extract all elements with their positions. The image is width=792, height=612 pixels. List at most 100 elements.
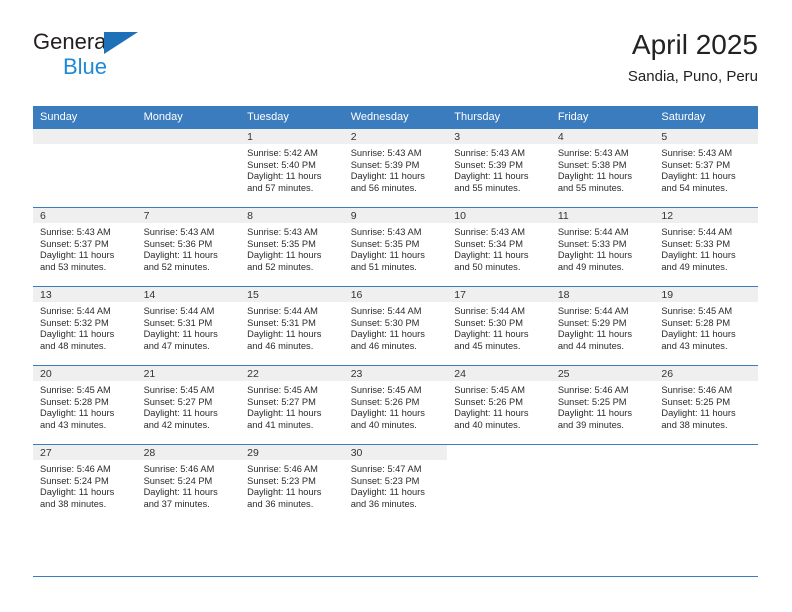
daylight-text-line2: and 36 minutes. [350, 498, 417, 509]
sunrise-text: Sunrise: 5:43 AM [454, 148, 526, 158]
calendar-day-cell[interactable]: 9 Sunrise: 5:43 AM Sunset: 5:35 PM Daylight… [343, 207, 448, 287]
calendar-day-cell[interactable]: 19 Sunrise: 5:45 AM Sunset: 5:28 PM Dayligh… [654, 286, 758, 366]
sunrise-text: Sunrise: 5:44 AM [143, 306, 215, 316]
calendar-day-cell[interactable]: 24 Sunrise: 5:45 AM Sunset: 5:26 PM Dayligh… [447, 365, 551, 445]
calendar-day-cell[interactable]: 7 Sunrise: 5:43 AM Sunset: 5:36 PM Daylight… [136, 207, 241, 287]
day-cell-details: Sunrise: 5:45 AM Sunset: 5:27 PM Daylight:… [137, 381, 241, 431]
calendar-week-row: 13 Sunrise: 5:44 AM Sunset: 5:32 PM Dayligh… [33, 286, 758, 366]
calendar-day-cell[interactable]: 1 Sunrise: 5:42 AM Sunset: 5:40 PM Daylight… [240, 128, 344, 208]
calendar-day-cell[interactable]: 17 Sunrise: 5:44 AM Sunset: 5:30 PM Dayligh… [447, 286, 551, 366]
calendar-day-cell[interactable]: 8 Sunrise: 5:43 AM Sunset: 5:35 PM Daylight… [240, 207, 344, 287]
calendar-day-cell[interactable]: 21 Sunrise: 5:45 AM Sunset: 5:27 PM Dayligh… [136, 365, 241, 445]
day-number: 26 [654, 366, 758, 381]
daylight-text-line2: and 36 minutes. [247, 498, 314, 509]
calendar-day-cell[interactable]: 5 Sunrise: 5:43 AM Sunset: 5:37 PM Daylight… [654, 128, 758, 208]
sunset-text: Sunset: 5:33 PM [557, 238, 627, 249]
calendar-bottom-rule [33, 576, 758, 577]
calendar-day-cell[interactable]: 23 Sunrise: 5:45 AM Sunset: 5:26 PM Dayligh… [343, 365, 448, 445]
day-cell-inner: 21 Sunrise: 5:45 AM Sunset: 5:27 PM Dayligh… [136, 366, 241, 444]
daylight-text-line2: and 38 minutes. [661, 419, 728, 430]
calendar-day-cell[interactable]: 30 Sunrise: 5:47 AM Sunset: 5:23 PM Dayligh… [343, 444, 448, 523]
sunset-text: Sunset: 5:25 PM [557, 396, 627, 407]
sunrise-text: Sunrise: 5:45 AM [247, 385, 318, 395]
day-cell-details: Sunrise: 5:45 AM Sunset: 5:26 PM Daylight:… [447, 381, 551, 431]
calendar-day-cell[interactable]: 22 Sunrise: 5:45 AM Sunset: 5:27 PM Dayligh… [240, 365, 344, 445]
day-number: 17 [447, 287, 551, 302]
calendar-day-cell[interactable]: 26 Sunrise: 5:46 AM Sunset: 5:25 PM Dayligh… [654, 365, 758, 445]
calendar-day-cell[interactable]: 18 Sunrise: 5:44 AM Sunset: 5:29 PM Dayligh… [550, 286, 655, 366]
calendar-day-cell[interactable]: 2 Sunrise: 5:43 AM Sunset: 5:39 PM Daylight… [343, 128, 448, 208]
daylight-text-line2: and 45 minutes. [454, 340, 521, 351]
day-cell-inner: 3 Sunrise: 5:43 AM Sunset: 5:39 PM Daylight… [447, 129, 551, 207]
sunset-text: Sunset: 5:28 PM [661, 317, 731, 328]
calendar-day-cell[interactable]: 12 Sunrise: 5:44 AM Sunset: 5:33 PM Dayligh… [654, 207, 758, 287]
weekday-header-sunday: Sunday [33, 106, 137, 129]
daylight-text-line2: and 51 minutes. [350, 261, 417, 272]
calendar-day-cell[interactable]: 10 Sunrise: 5:43 AM Sunset: 5:34 PM Dayligh… [447, 207, 551, 287]
day-number: 13 [33, 287, 137, 302]
sunset-text: Sunset: 5:25 PM [661, 396, 731, 407]
calendar-day-cell[interactable]: 6 Sunrise: 5:43 AM Sunset: 5:37 PM Daylight… [33, 207, 137, 287]
day-number: 19 [654, 287, 758, 302]
daylight-text-line2: and 44 minutes. [557, 340, 624, 351]
sunset-text: Sunset: 5:35 PM [350, 238, 420, 249]
calendar-day-cell[interactable]: 29 Sunrise: 5:46 AM Sunset: 5:23 PM Dayligh… [240, 444, 344, 523]
day-number: 10 [447, 208, 551, 223]
sunrise-text: Sunrise: 5:43 AM [557, 148, 629, 158]
daylight-text-line2: and 46 minutes. [350, 340, 417, 351]
day-number: 14 [136, 287, 241, 302]
sunset-text: Sunset: 5:28 PM [40, 396, 109, 407]
daylight-text-line1: Daylight: 11 hours [40, 487, 115, 498]
calendar-day-cell[interactable]: 3 Sunrise: 5:43 AM Sunset: 5:39 PM Daylight… [447, 128, 551, 208]
calendar-day-cell[interactable]: 16 Sunrise: 5:44 AM Sunset: 5:30 PM Dayligh… [343, 286, 448, 366]
daylight-text-line1: Daylight: 11 hours [454, 408, 529, 419]
calendar-day-cell[interactable]: 14 Sunrise: 5:44 AM Sunset: 5:31 PM Dayligh… [136, 286, 241, 366]
day-cell-inner: 23 Sunrise: 5:45 AM Sunset: 5:26 PM Dayligh… [343, 366, 448, 444]
calendar-day-cell[interactable]: 28 Sunrise: 5:46 AM Sunset: 5:24 PM Dayligh… [136, 444, 241, 523]
day-cell-details: Sunrise: 5:43 AM Sunset: 5:35 PM Daylight:… [240, 223, 344, 273]
sunrise-text: Sunrise: 5:44 AM [350, 306, 422, 316]
sunset-text: Sunset: 5:40 PM [247, 159, 316, 170]
daylight-text-line1: Daylight: 11 hours [350, 408, 425, 419]
day-cell-details: Sunrise: 5:44 AM Sunset: 5:32 PM Daylight:… [33, 302, 137, 352]
daylight-text-line2: and 43 minutes. [661, 340, 728, 351]
calendar-day-cell[interactable]: 11 Sunrise: 5:44 AM Sunset: 5:33 PM Dayligh… [550, 207, 655, 287]
daylight-text-line1: Daylight: 11 hours [350, 171, 425, 182]
daylight-text-line2: and 46 minutes. [247, 340, 314, 351]
day-number [33, 129, 137, 144]
calendar-day-cell[interactable]: 13 Sunrise: 5:44 AM Sunset: 5:32 PM Dayligh… [33, 286, 137, 366]
calendar-page: General Blue April 2025 Sandia, Puno, Pe… [0, 0, 792, 612]
day-cell-details: Sunrise: 5:46 AM Sunset: 5:24 PM Daylight:… [137, 460, 241, 510]
sunset-text: Sunset: 5:37 PM [661, 159, 731, 170]
sunset-text: Sunset: 5:23 PM [350, 475, 420, 486]
calendar-day-cell[interactable]: 20 Sunrise: 5:45 AM Sunset: 5:28 PM Dayligh… [33, 365, 137, 445]
daylight-text-line1: Daylight: 11 hours [557, 329, 633, 340]
daylight-text-line1: Daylight: 11 hours [350, 329, 425, 340]
sunrise-text: Sunrise: 5:45 AM [350, 385, 422, 395]
calendar-day-cell-empty [654, 444, 758, 523]
daylight-text-line1: Daylight: 11 hours [454, 250, 529, 261]
sunset-text: Sunset: 5:39 PM [350, 159, 420, 170]
sunset-text: Sunset: 5:31 PM [143, 317, 213, 328]
daylight-text-line2: and 41 minutes. [247, 419, 314, 430]
sunrise-text: Sunrise: 5:47 AM [350, 464, 422, 474]
day-cell-inner: 12 Sunrise: 5:44 AM Sunset: 5:33 PM Dayligh… [654, 208, 758, 286]
calendar-day-cell[interactable]: 27 Sunrise: 5:46 AM Sunset: 5:24 PM Dayligh… [33, 444, 137, 523]
day-cell-details [137, 144, 241, 148]
calendar-day-cell[interactable]: 4 Sunrise: 5:43 AM Sunset: 5:38 PM Daylight… [550, 128, 655, 208]
day-cell-inner [550, 445, 655, 523]
weekday-header-friday: Friday [550, 106, 655, 129]
daylight-text-line1: Daylight: 11 hours [143, 487, 218, 498]
daylight-text-line2: and 49 minutes. [661, 261, 728, 272]
calendar-week-row: 6 Sunrise: 5:43 AM Sunset: 5:37 PM Daylight… [33, 207, 758, 287]
calendar-day-cell[interactable]: 25 Sunrise: 5:46 AM Sunset: 5:25 PM Dayligh… [550, 365, 655, 445]
sunset-text: Sunset: 5:34 PM [454, 238, 523, 249]
sunrise-text: Sunrise: 5:43 AM [143, 227, 215, 237]
day-cell-details: Sunrise: 5:43 AM Sunset: 5:37 PM Daylight:… [654, 144, 758, 194]
daylight-text-line2: and 40 minutes. [350, 419, 417, 430]
sunrise-text: Sunrise: 5:43 AM [454, 227, 526, 237]
daylight-text-line1: Daylight: 11 hours [454, 329, 529, 340]
sunrise-text: Sunrise: 5:46 AM [247, 464, 318, 474]
calendar-day-cell[interactable]: 15 Sunrise: 5:44 AM Sunset: 5:31 PM Dayligh… [240, 286, 344, 366]
weekday-header-row: Sunday Monday Tuesday Wednesday Thursday Frid… [33, 106, 758, 129]
